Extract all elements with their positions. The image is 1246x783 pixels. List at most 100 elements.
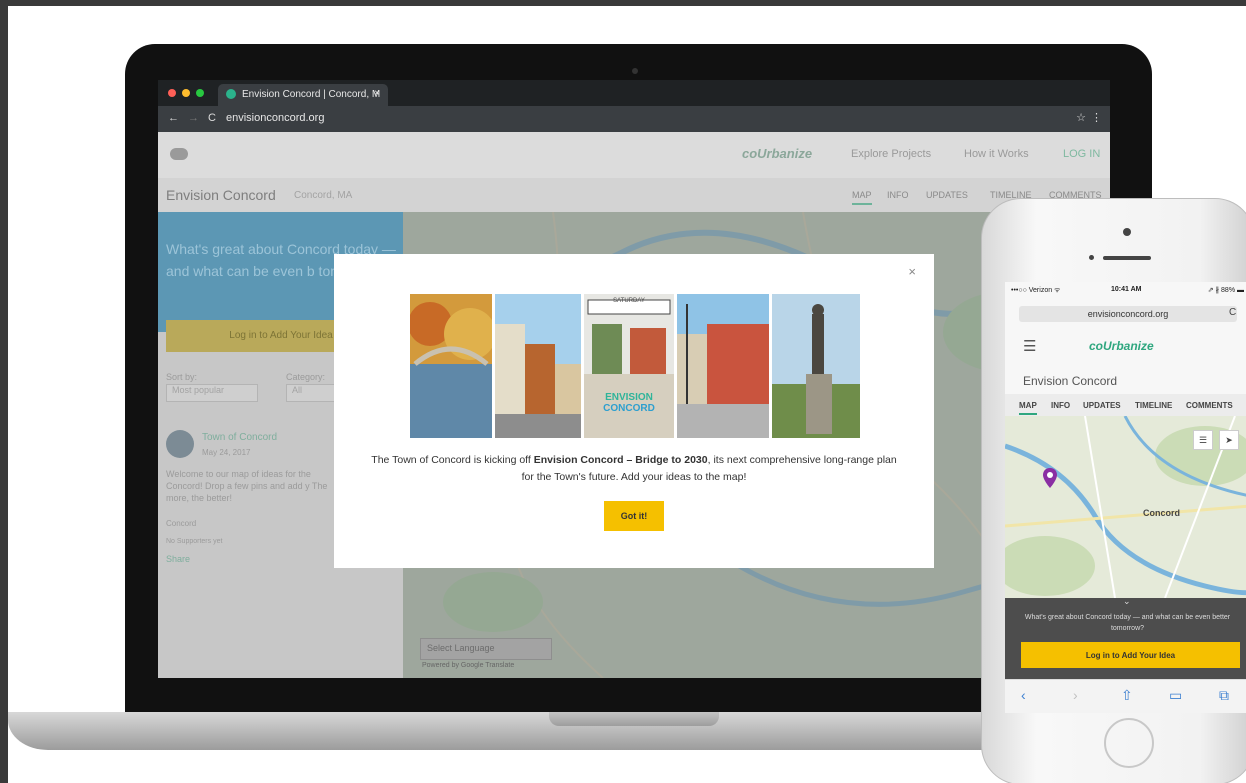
post-location: Concord [166,519,197,528]
battery-status: ⇗ ∦ 88% ▬ [1207,287,1244,294]
welcome-modal: × SATURDAY ENVISION CONCORD The Town of … [334,254,934,568]
modal-text-start: The Town of Concord is kicking off [371,454,534,466]
market-sign: SATURDAY [613,298,645,304]
laptop-notch [549,712,719,726]
map-locate-icon[interactable]: ➤ [1219,430,1239,450]
post-body: Welcome to our map of ideas for the Conc… [166,469,328,503]
post-supporters: No Supporters yet [166,538,223,545]
forward-arrow-icon[interactable]: → [188,112,199,124]
envision-concord-logo: ENVISION CONCORD [584,392,674,414]
photo-farmers-market: SATURDAY ENVISION CONCORD [584,294,674,438]
nav-explore-projects[interactable]: Explore Projects [851,148,931,160]
post-author[interactable]: Town of Concord [202,432,277,443]
photo-minuteman-statue-art [772,294,860,438]
project-bar: Envision Concord Concord, MA MAP INFO UP… [158,178,1110,212]
map-pin-icon[interactable] [1043,468,1057,488]
language-select-value: Select Language [427,643,495,653]
safari-toolbar: ‹ › ⇧ ▭ ⧉ [1005,679,1246,713]
phone-login-button[interactable]: Log in to Add Your Idea [1021,642,1240,668]
safari-tabs-icon[interactable]: ⧉ [1219,687,1229,704]
browser-tab-bar: Envision Concord | Concord, M × [158,80,1110,106]
map-list-icon[interactable]: ☰ [1193,430,1213,450]
tab-updates[interactable]: UPDATES [926,190,968,200]
tab-close-icon[interactable]: × [374,88,380,99]
window-close-button[interactable] [168,89,176,97]
browser-menu-icon[interactable]: ⋮ [1091,111,1102,124]
window-minimize-button[interactable] [182,89,190,97]
category-select-value: All [292,385,303,395]
photo-brick-building-art [677,294,769,438]
post-date: May 24, 2017 [202,448,251,457]
phone-tab-bar: MAP INFO UPDATES TIMELINE COMMENTS [1005,394,1246,417]
photo-town-street-art [495,294,581,438]
safari-bookmarks-icon[interactable]: ▭ [1169,687,1182,704]
photo-autumn-river-art [410,294,492,438]
phone-map[interactable]: Concord ☰ ➤ [1005,416,1246,598]
status-bar: •••○○ Verizon ᯤ 10:41 AM ⇗ ∦ 88% ▬ [1005,282,1246,298]
phone-sensor [1089,255,1094,260]
safari-share-icon[interactable]: ⇧ [1121,687,1133,704]
photo-brick-building [677,294,769,438]
favicon-icon [226,89,236,99]
bookmark-star-icon[interactable]: ☆ [1076,111,1086,124]
courbanize-logo[interactable]: coUrbanize [742,146,812,161]
modal-close-icon[interactable]: × [908,264,916,279]
collapse-chevron-icon[interactable]: ⌄ [1123,596,1131,607]
logo-line-2: CONCORD [603,403,655,414]
back-arrow-icon[interactable]: ← [168,112,179,124]
project-title: Envision Concord [166,187,276,203]
phone-prompt-panel: ⌄ What's great about Concord today — and… [1005,596,1246,679]
map-town-label: Concord [1143,508,1180,518]
phone-camera [1123,228,1131,236]
phone-project-title: Envision Concord [1023,374,1118,388]
phone-prompt-text: What's great about Concord today — and w… [1024,614,1231,632]
window-zoom-button[interactable] [196,89,204,97]
photo-autumn-river [410,294,492,438]
project-location: Concord, MA [294,190,353,201]
phone-screen: •••○○ Verizon ᯤ 10:41 AM ⇗ ∦ 88% ▬ envis… [1005,282,1246,713]
photo-town-street [495,294,581,438]
phone-tab-timeline[interactable]: TIMELINE [1135,401,1172,410]
account-icon[interactable] [170,148,188,160]
phone-tab-info[interactable]: INFO [1051,401,1070,410]
phone-tab-updates[interactable]: UPDATES [1083,401,1121,410]
carrier-signal: •••○○ Verizon ᯤ [1011,287,1061,294]
url-field[interactable]: envisionconcord.org [226,112,324,124]
modal-message: The Town of Concord is kicking off Envis… [364,452,904,486]
photo-farmers-market-art [584,294,674,438]
phone-tab-map[interactable]: MAP [1019,401,1037,415]
sort-select[interactable]: Most popular [166,384,258,402]
safari-back-icon[interactable]: ‹ [1021,687,1026,703]
status-time: 10:41 AM [1111,286,1142,293]
browser-address-bar: ← → C envisionconcord.org ☆ ⋮ [158,106,1110,132]
sort-select-value: Most popular [172,385,225,395]
photo-minuteman-statue [772,294,860,438]
avatar [166,430,194,458]
phone-tab-comments[interactable]: COMMENTS [1186,401,1233,410]
phone-reload-icon[interactable]: C [1229,307,1236,318]
nav-login[interactable]: LOG IN [1063,148,1100,160]
safari-forward-icon[interactable]: › [1073,687,1078,703]
reload-icon[interactable]: C [208,112,216,124]
laptop-screen: Envision Concord | Concord, M × ← → C en… [158,80,1110,678]
laptop-camera [632,68,638,74]
nav-how-it-works[interactable]: How it Works [964,148,1029,160]
browser-tab[interactable]: Envision Concord | Concord, M × [218,84,388,106]
phone-speaker [1103,256,1151,260]
tab-map[interactable]: MAP [852,190,872,205]
phone-url-field[interactable]: envisionconcord.org [1019,306,1237,322]
got-it-button[interactable]: Got it! [604,501,664,531]
modal-text-bold: Envision Concord – Bridge to 2030 [533,454,708,466]
hamburger-menu-icon[interactable]: ☰ [1023,337,1036,355]
logo-line-1: ENVISION [605,392,653,403]
browser-tab-title: Envision Concord | Concord, M [242,89,381,100]
language-select[interactable]: Select Language [420,638,552,660]
phone-courbanize-logo[interactable]: coUrbanize [1089,339,1154,353]
category-label: Category: [286,372,326,382]
phone-home-button[interactable] [1104,718,1154,768]
tab-info[interactable]: INFO [887,190,909,200]
sort-label: Sort by: [166,372,198,382]
translate-credit: Powered by Google Translate [422,662,515,669]
stage: Envision Concord | Concord, M × ← → C en… [8,6,1246,783]
post-share[interactable]: Share [166,554,190,564]
